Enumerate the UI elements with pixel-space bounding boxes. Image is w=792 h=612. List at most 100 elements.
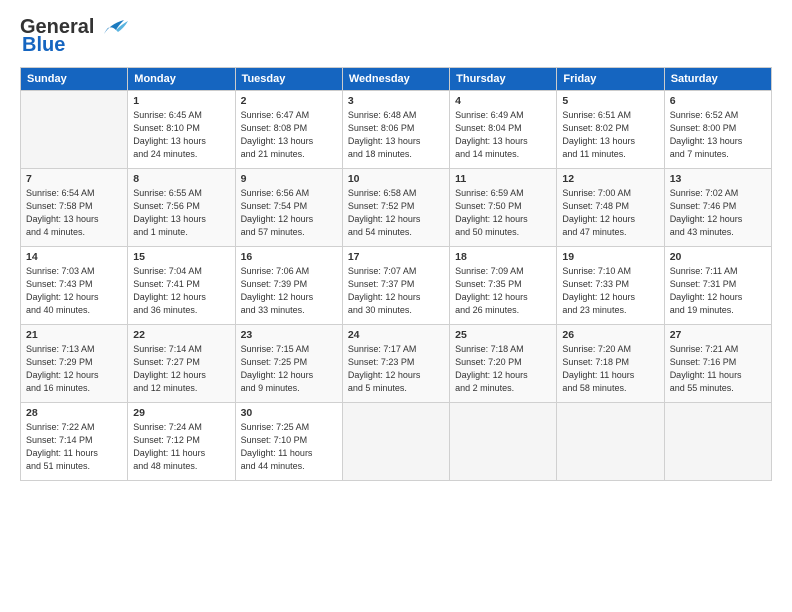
day-info: Sunrise: 6:47 AM Sunset: 8:08 PM Dayligh… xyxy=(241,109,337,161)
day-info: Sunrise: 6:49 AM Sunset: 8:04 PM Dayligh… xyxy=(455,109,551,161)
calendar-page: General Blue SundayMondayTuesdayWednesda… xyxy=(0,0,792,612)
calendar-cell: 29 Sunrise: 7:24 AM Sunset: 7:12 PM Dayli… xyxy=(128,403,235,481)
logo: General Blue xyxy=(20,16,128,57)
day-info: Sunrise: 7:03 AM Sunset: 7:43 PM Dayligh… xyxy=(26,265,122,317)
day-number: 28 xyxy=(26,407,122,419)
day-info: Sunrise: 7:04 AM Sunset: 7:41 PM Dayligh… xyxy=(133,265,229,317)
day-info: Sunrise: 7:17 AM Sunset: 7:23 PM Dayligh… xyxy=(348,343,444,395)
col-header-sunday: Sunday xyxy=(21,68,128,91)
day-number: 23 xyxy=(241,329,337,341)
day-number: 12 xyxy=(562,173,658,185)
calendar-header-row: SundayMondayTuesdayWednesdayThursdayFrid… xyxy=(21,68,772,91)
day-number: 7 xyxy=(26,173,122,185)
calendar-cell: 15 Sunrise: 7:04 AM Sunset: 7:41 PM Dayli… xyxy=(128,247,235,325)
calendar-cell xyxy=(664,403,771,481)
day-number: 26 xyxy=(562,329,658,341)
calendar-cell xyxy=(21,91,128,169)
calendar-cell: 16 Sunrise: 7:06 AM Sunset: 7:39 PM Dayli… xyxy=(235,247,342,325)
day-number: 29 xyxy=(133,407,229,419)
day-number: 6 xyxy=(670,95,766,107)
calendar-cell: 8 Sunrise: 6:55 AM Sunset: 7:56 PM Daylig… xyxy=(128,169,235,247)
col-header-thursday: Thursday xyxy=(450,68,557,91)
day-info: Sunrise: 7:20 AM Sunset: 7:18 PM Dayligh… xyxy=(562,343,658,395)
day-info: Sunrise: 7:14 AM Sunset: 7:27 PM Dayligh… xyxy=(133,343,229,395)
day-info: Sunrise: 6:56 AM Sunset: 7:54 PM Dayligh… xyxy=(241,187,337,239)
col-header-wednesday: Wednesday xyxy=(342,68,449,91)
day-number: 18 xyxy=(455,251,551,263)
day-number: 19 xyxy=(562,251,658,263)
day-number: 16 xyxy=(241,251,337,263)
day-info: Sunrise: 6:51 AM Sunset: 8:02 PM Dayligh… xyxy=(562,109,658,161)
calendar-cell: 19 Sunrise: 7:10 AM Sunset: 7:33 PM Dayli… xyxy=(557,247,664,325)
calendar-cell: 21 Sunrise: 7:13 AM Sunset: 7:29 PM Dayli… xyxy=(21,325,128,403)
calendar-cell: 24 Sunrise: 7:17 AM Sunset: 7:23 PM Dayli… xyxy=(342,325,449,403)
day-info: Sunrise: 7:02 AM Sunset: 7:46 PM Dayligh… xyxy=(670,187,766,239)
day-info: Sunrise: 6:54 AM Sunset: 7:58 PM Dayligh… xyxy=(26,187,122,239)
calendar-cell: 3 Sunrise: 6:48 AM Sunset: 8:06 PM Daylig… xyxy=(342,91,449,169)
day-info: Sunrise: 6:59 AM Sunset: 7:50 PM Dayligh… xyxy=(455,187,551,239)
calendar-cell: 4 Sunrise: 6:49 AM Sunset: 8:04 PM Daylig… xyxy=(450,91,557,169)
day-number: 27 xyxy=(670,329,766,341)
calendar-cell: 11 Sunrise: 6:59 AM Sunset: 7:50 PM Dayli… xyxy=(450,169,557,247)
calendar-cell xyxy=(450,403,557,481)
col-header-monday: Monday xyxy=(128,68,235,91)
day-info: Sunrise: 7:24 AM Sunset: 7:12 PM Dayligh… xyxy=(133,421,229,473)
day-info: Sunrise: 7:21 AM Sunset: 7:16 PM Dayligh… xyxy=(670,343,766,395)
logo-bird-icon xyxy=(96,16,128,38)
day-info: Sunrise: 7:22 AM Sunset: 7:14 PM Dayligh… xyxy=(26,421,122,473)
calendar-cell: 25Sunrise: 7:18 AM Sunset: 7:20 PM Dayli… xyxy=(450,325,557,403)
calendar-cell: 23Sunrise: 7:15 AM Sunset: 7:25 PM Dayli… xyxy=(235,325,342,403)
day-info: Sunrise: 6:48 AM Sunset: 8:06 PM Dayligh… xyxy=(348,109,444,161)
logo-blue: Blue xyxy=(22,34,65,57)
calendar-cell: 27 Sunrise: 7:21 AM Sunset: 7:16 PM Dayli… xyxy=(664,325,771,403)
col-header-saturday: Saturday xyxy=(664,68,771,91)
calendar-cell: 30Sunrise: 7:25 AM Sunset: 7:10 PM Dayli… xyxy=(235,403,342,481)
header: General Blue xyxy=(20,16,772,57)
calendar-cell: 20Sunrise: 7:11 AM Sunset: 7:31 PM Dayli… xyxy=(664,247,771,325)
day-info: Sunrise: 6:52 AM Sunset: 8:00 PM Dayligh… xyxy=(670,109,766,161)
calendar-cell: 14 Sunrise: 7:03 AM Sunset: 7:43 PM Dayli… xyxy=(21,247,128,325)
day-info: Sunrise: 7:13 AM Sunset: 7:29 PM Dayligh… xyxy=(26,343,122,395)
calendar-table: SundayMondayTuesdayWednesdayThursdayFrid… xyxy=(20,67,772,481)
calendar-cell: 28 Sunrise: 7:22 AM Sunset: 7:14 PM Dayli… xyxy=(21,403,128,481)
day-number: 17 xyxy=(348,251,444,263)
calendar-cell: 26 Sunrise: 7:20 AM Sunset: 7:18 PM Dayli… xyxy=(557,325,664,403)
calendar-cell: 10 Sunrise: 6:58 AM Sunset: 7:52 PM Dayli… xyxy=(342,169,449,247)
day-number: 3 xyxy=(348,95,444,107)
day-number: 4 xyxy=(455,95,551,107)
day-number: 24 xyxy=(348,329,444,341)
day-number: 14 xyxy=(26,251,122,263)
day-number: 30 xyxy=(241,407,337,419)
calendar-cell: 17Sunrise: 7:07 AM Sunset: 7:37 PM Dayli… xyxy=(342,247,449,325)
day-info: Sunrise: 7:10 AM Sunset: 7:33 PM Dayligh… xyxy=(562,265,658,317)
week-row-1: 1Sunrise: 6:45 AM Sunset: 8:10 PM Daylig… xyxy=(21,91,772,169)
day-number: 20 xyxy=(670,251,766,263)
calendar-cell: 13 Sunrise: 7:02 AM Sunset: 7:46 PM Dayli… xyxy=(664,169,771,247)
day-number: 9 xyxy=(241,173,337,185)
week-row-5: 28 Sunrise: 7:22 AM Sunset: 7:14 PM Dayli… xyxy=(21,403,772,481)
calendar-cell: 6 Sunrise: 6:52 AM Sunset: 8:00 PM Daylig… xyxy=(664,91,771,169)
week-row-3: 14 Sunrise: 7:03 AM Sunset: 7:43 PM Dayli… xyxy=(21,247,772,325)
day-number: 21 xyxy=(26,329,122,341)
day-number: 25 xyxy=(455,329,551,341)
calendar-cell: 2 Sunrise: 6:47 AM Sunset: 8:08 PM Daylig… xyxy=(235,91,342,169)
day-number: 10 xyxy=(348,173,444,185)
day-number: 8 xyxy=(133,173,229,185)
calendar-cell: 5 Sunrise: 6:51 AM Sunset: 8:02 PM Daylig… xyxy=(557,91,664,169)
calendar-cell: 12 Sunrise: 7:00 AM Sunset: 7:48 PM Dayli… xyxy=(557,169,664,247)
day-info: Sunrise: 6:55 AM Sunset: 7:56 PM Dayligh… xyxy=(133,187,229,239)
day-number: 5 xyxy=(562,95,658,107)
week-row-4: 21 Sunrise: 7:13 AM Sunset: 7:29 PM Dayli… xyxy=(21,325,772,403)
day-number: 22 xyxy=(133,329,229,341)
week-row-2: 7 Sunrise: 6:54 AM Sunset: 7:58 PM Daylig… xyxy=(21,169,772,247)
day-number: 2 xyxy=(241,95,337,107)
day-number: 11 xyxy=(455,173,551,185)
calendar-cell: 22 Sunrise: 7:14 AM Sunset: 7:27 PM Dayli… xyxy=(128,325,235,403)
day-number: 13 xyxy=(670,173,766,185)
day-info: Sunrise: 6:45 AM Sunset: 8:10 PM Dayligh… xyxy=(133,109,229,161)
day-info: Sunrise: 7:09 AM Sunset: 7:35 PM Dayligh… xyxy=(455,265,551,317)
day-number: 15 xyxy=(133,251,229,263)
day-info: Sunrise: 7:00 AM Sunset: 7:48 PM Dayligh… xyxy=(562,187,658,239)
day-info: Sunrise: 6:58 AM Sunset: 7:52 PM Dayligh… xyxy=(348,187,444,239)
day-info: Sunrise: 7:06 AM Sunset: 7:39 PM Dayligh… xyxy=(241,265,337,317)
